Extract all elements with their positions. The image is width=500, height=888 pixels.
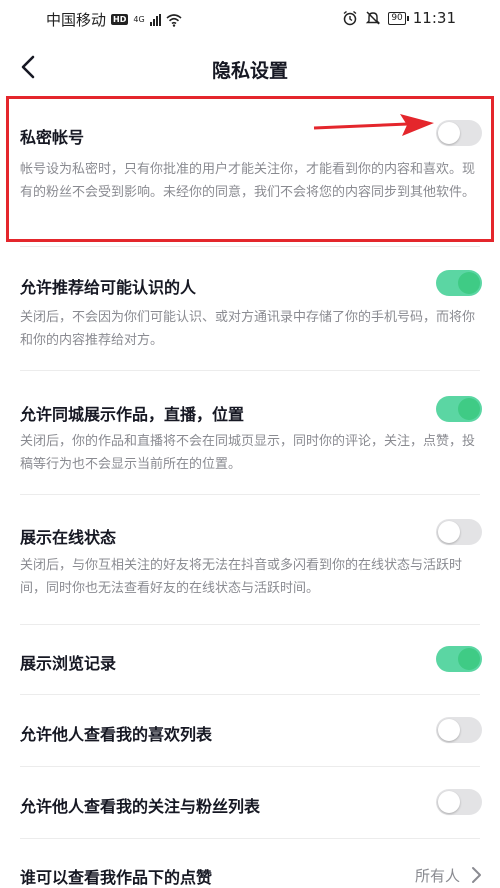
- hd-badge: HD: [111, 14, 129, 25]
- setting-desc: 关闭后，你的作品和直播将不会在同城页显示，同时你的评论，关注，点赞，投稿等行为也…: [20, 434, 476, 472]
- status-left: 中国移动 HD 4G: [46, 9, 182, 30]
- signal-icon: [149, 13, 161, 26]
- setting-title: 谁可以查看我作品下的点赞: [20, 868, 213, 887]
- setting-desc: 关闭后，与你互相关注的好友将无法在抖音或多闪看到你的在线状态与活跃时间，同时你也…: [20, 558, 463, 596]
- browse-history-toggle[interactable]: [436, 646, 482, 672]
- setting-row-follow-list: 允许他人查看我的关注与粉丝列表: [0, 766, 500, 838]
- setting-title: 允许推荐给可能认识的人: [20, 278, 197, 297]
- chevron-right-icon: [472, 867, 481, 883]
- setting-row-online-status: 展示在线状态 关闭后，与你互相关注的好友将无法在抖音或多闪看到你的在线状态与活跃…: [0, 494, 500, 618]
- setting-row-browse-history: 展示浏览记录: [0, 624, 500, 694]
- setting-title: 展示浏览记录: [20, 654, 117, 673]
- clock: 11:31: [412, 9, 456, 27]
- status-bar: 中国移动 HD 4G 90 11:31: [0, 0, 500, 36]
- mute-icon: [366, 11, 381, 25]
- battery-icon: 90: [388, 11, 410, 25]
- setting-title: 展示在线状态: [20, 528, 117, 547]
- setting-row-recommend: 允许推荐给可能认识的人 关闭后，不会因为你们可能认识、或对方通讯录中存储了你的手…: [0, 246, 500, 370]
- nav-bar: 隐私设置: [0, 36, 500, 100]
- setting-row-likes-list: 允许他人查看我的喜欢列表: [0, 694, 500, 766]
- carrier-label: 中国移动: [46, 11, 107, 29]
- wifi-icon: [166, 13, 182, 27]
- setting-title: 允许同城展示作品，直播，位置: [20, 405, 245, 424]
- page-title: 隐私设置: [211, 60, 288, 82]
- same-city-toggle[interactable]: [436, 396, 482, 422]
- setting-value: 所有人: [414, 867, 460, 885]
- setting-row-who-can-see-likes[interactable]: 谁可以查看我作品下的点赞 所有人: [0, 838, 500, 888]
- setting-desc: 关闭后，不会因为你们可能认识、或对方通讯录中存储了你的手机号码，而将你和你的内容…: [20, 310, 476, 348]
- setting-row-same-city: 允许同城展示作品，直播，位置 关闭后，你的作品和直播将不会在同城页显示，同时你的…: [0, 370, 500, 494]
- annotation-arrow-icon: [313, 114, 434, 136]
- recommend-toggle[interactable]: [436, 270, 482, 296]
- network-type: 4G: [133, 15, 145, 24]
- setting-title: 允许他人查看我的喜欢列表: [20, 725, 213, 744]
- likes-list-toggle[interactable]: [436, 717, 482, 743]
- setting-title: 允许他人查看我的关注与粉丝列表: [20, 797, 261, 816]
- online-status-toggle[interactable]: [436, 519, 482, 545]
- follow-list-toggle[interactable]: [436, 789, 482, 815]
- alarm-icon: [343, 10, 357, 26]
- status-right: 90 11:31: [342, 9, 456, 27]
